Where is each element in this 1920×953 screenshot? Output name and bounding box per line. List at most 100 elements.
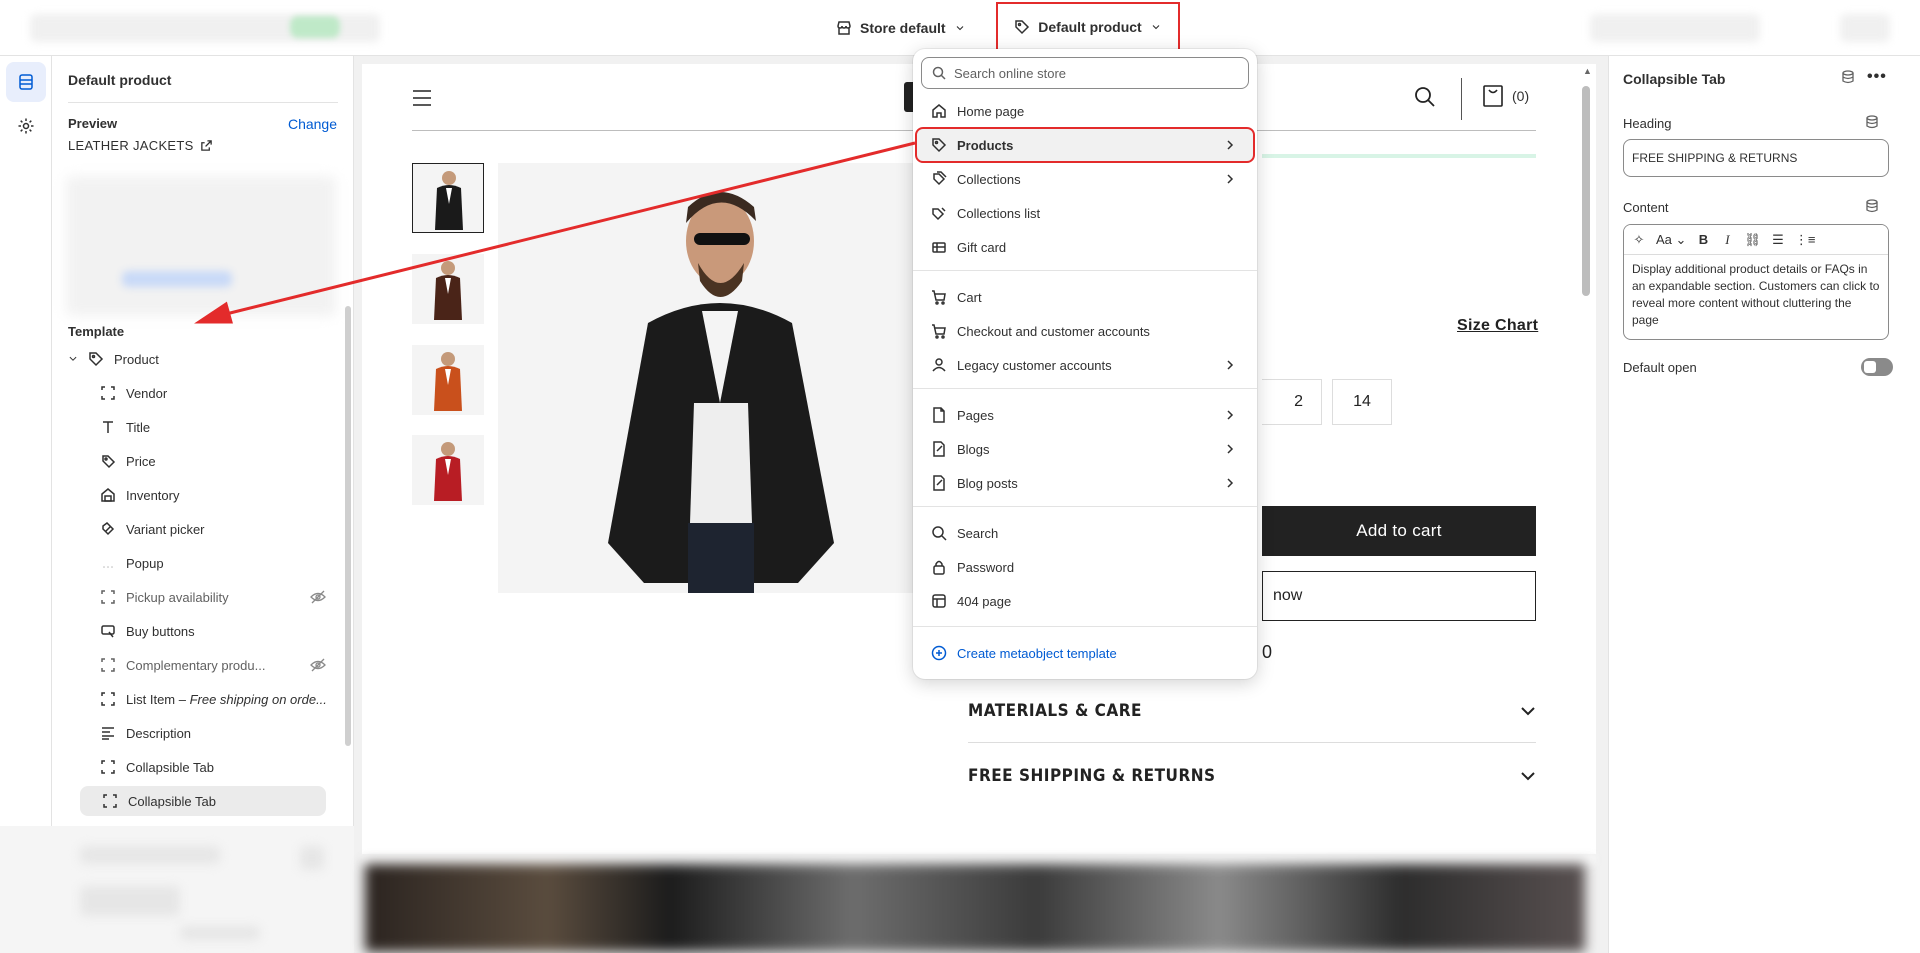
store-selector[interactable]: Store default	[836, 14, 966, 42]
tree-item-description[interactable]: Description	[100, 718, 330, 748]
dropdown-item-cart[interactable]: Cart	[917, 281, 1253, 313]
accordion-materials-care[interactable]: MATERIALS & CARE	[968, 679, 1536, 743]
create-metaobject-template-button[interactable]: Create metaobject template	[917, 637, 1253, 669]
product-thumbnail[interactable]	[412, 163, 484, 233]
dashed-square-icon	[101, 760, 115, 774]
product-thumbnail[interactable]	[412, 345, 484, 415]
preview-product[interactable]: LEATHER JACKETS	[68, 138, 213, 153]
eye-slash-icon[interactable]	[310, 657, 326, 673]
ai-sparkle-icon[interactable]: ✧	[1632, 232, 1646, 248]
accordion-free-shipping[interactable]: FREE SHIPPING & RETURNS	[968, 744, 1536, 808]
dropdown-item-pages[interactable]: Pages	[917, 399, 1253, 431]
plus-circle-icon	[931, 645, 947, 661]
tree-item-vendor[interactable]: Vendor	[100, 378, 330, 408]
text-format-icon[interactable]: Aa ⌄	[1656, 232, 1686, 248]
tag-icon	[89, 352, 104, 367]
database-icon[interactable]	[1865, 115, 1879, 129]
dropdown-item-blog-posts[interactable]: Blog posts	[917, 467, 1253, 499]
gift-card-icon	[932, 242, 946, 253]
dashed-square-icon	[103, 794, 117, 808]
dropdown-item-label: 404 page	[957, 593, 1012, 609]
content-text[interactable]: Display additional product details or FA…	[1624, 255, 1888, 335]
error-page-icon	[932, 594, 946, 608]
settings-panel: Collapsible Tab ••• Heading FREE SHIPPIN…	[1608, 56, 1920, 953]
heading-input[interactable]: FREE SHIPPING & RETURNS	[1623, 139, 1889, 177]
store-icon	[837, 21, 851, 35]
external-link-icon	[200, 140, 212, 151]
chevron-right-icon	[1227, 444, 1234, 454]
eye-slash-icon[interactable]	[310, 589, 326, 605]
settings-rail-button[interactable]	[6, 106, 46, 146]
more-actions-button[interactable]: •••	[1867, 68, 1887, 86]
cart-button[interactable]: (0)	[1482, 84, 1529, 108]
tree-item-inventory[interactable]: Inventory	[100, 480, 330, 510]
tree-item-complementary-products[interactable]: Complementary produ...	[100, 650, 330, 680]
tree-item-collapsible-tab-selected[interactable]: Collapsible Tab	[80, 786, 326, 816]
database-icon[interactable]	[1865, 199, 1879, 213]
thumbnail-jacket-image	[434, 352, 462, 411]
tree-item-buy-buttons[interactable]: Buy buttons	[100, 616, 330, 646]
numbered-list-icon[interactable]: ⋮≡	[1795, 232, 1816, 248]
dropdown-item-blogs[interactable]: Blogs	[917, 433, 1253, 465]
cart-icon	[932, 290, 946, 305]
product-thumbnail[interactable]	[412, 435, 484, 505]
preview-scrollbar[interactable]	[1582, 86, 1590, 296]
dropdown-item-collections-list[interactable]: Collections list	[917, 197, 1253, 229]
tree-item-list-item[interactable]: List Item – Free shipping on orde...	[100, 684, 330, 714]
hamburger-menu-icon[interactable]	[412, 89, 432, 107]
chevron-down-icon	[956, 26, 963, 31]
buy-now-button[interactable]: now	[1262, 571, 1536, 621]
scroll-up-caret[interactable]: ▲	[1583, 66, 1592, 76]
dropdown-item-collections[interactable]: Collections	[917, 163, 1253, 195]
tree-item-price[interactable]: Price	[100, 446, 330, 476]
blurred-link	[122, 271, 232, 287]
size-chart-link[interactable]: Size Chart	[1457, 317, 1538, 335]
tree-item-popup[interactable]: Popup	[100, 548, 330, 578]
template-selector[interactable]: Default product	[996, 2, 1180, 52]
tree-root-label: Product	[114, 351, 159, 367]
collection-icon	[933, 171, 947, 186]
accordion-title: FREE SHIPPING & RETURNS	[968, 766, 1216, 786]
tree-item-variant-picker[interactable]: Variant picker	[100, 514, 330, 544]
dropdown-item-gift-card[interactable]: Gift card	[917, 231, 1253, 263]
content-rich-text-editor[interactable]: ✧ Aa ⌄ B I ⛓ ☰ ⋮≡ Display additional pro…	[1623, 224, 1889, 340]
tree-item-label: Description	[126, 725, 192, 741]
tree-item-label: Price	[126, 453, 156, 469]
add-to-cart-button[interactable]: Add to cart	[1262, 506, 1536, 556]
tree-item-pickup-availability[interactable]: Pickup availability	[100, 582, 330, 612]
link-icon[interactable]: ⛓	[1744, 232, 1761, 248]
create-label: Create metaobject template	[957, 645, 1117, 661]
size-option[interactable]: 2	[1262, 379, 1322, 425]
tree-item-collapsible-tab[interactable]: Collapsible Tab	[100, 752, 330, 782]
product-main-image[interactable]	[498, 163, 918, 593]
chevron-down-icon[interactable]	[68, 354, 78, 364]
dropdown-item-products[interactable]: Products	[915, 127, 1255, 163]
change-preview-link[interactable]: Change	[288, 116, 337, 132]
italic-icon[interactable]: I	[1720, 232, 1734, 248]
sections-panel: Default product Preview Change LEATHER J…	[52, 56, 354, 826]
dropdown-item-search[interactable]: Search	[917, 517, 1253, 549]
dropdown-item-legacy-customer-accounts[interactable]: Legacy customer accounts	[917, 349, 1253, 381]
size-option[interactable]: 14	[1332, 379, 1392, 425]
tree-item-label: List Item	[126, 691, 176, 707]
template-dropdown: Search online store Home page Products C…	[913, 49, 1257, 679]
tree-root-product[interactable]: Product	[68, 344, 298, 374]
editor-toolbar: ✧ Aa ⌄ B I ⛓ ☰ ⋮≡	[1624, 225, 1888, 255]
search-icon[interactable]	[1414, 86, 1436, 108]
panel-scrollbar[interactable]	[345, 306, 351, 746]
chevron-right-icon	[1227, 140, 1234, 150]
dropdown-item-password[interactable]: Password	[917, 551, 1253, 583]
dropdown-item-checkout[interactable]: Checkout and customer accounts	[917, 315, 1253, 347]
lock-icon	[933, 560, 945, 575]
dropdown-item-404-page[interactable]: 404 page	[917, 585, 1253, 617]
search-field[interactable]: Search online store	[921, 57, 1249, 89]
tree-item-title[interactable]: Title	[100, 412, 330, 442]
bold-icon[interactable]: B	[1696, 232, 1710, 247]
product-thumbnail[interactable]	[412, 254, 484, 324]
bullet-list-icon[interactable]: ☰	[1771, 232, 1785, 248]
database-icon[interactable]	[1841, 70, 1855, 84]
dropdown-item-home-page[interactable]: Home page	[917, 95, 1253, 127]
sections-rail-button[interactable]	[6, 62, 46, 102]
default-open-toggle[interactable]	[1861, 358, 1893, 376]
thumbnail-jacket-image	[434, 261, 462, 320]
